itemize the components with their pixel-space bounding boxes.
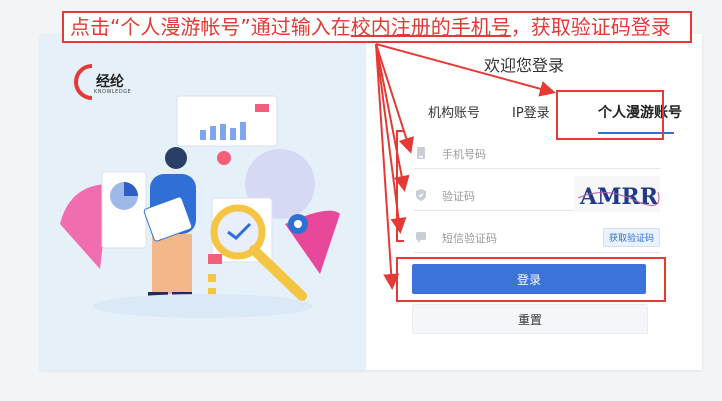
login-panel: 欢迎您登录 机构账号 IP登录 个人漫游账号 手机号码 验证码 AMRR 短信验… — [366, 34, 702, 370]
annotation-prefix: 点击“个人漫游帐号”通过输入在 — [70, 15, 351, 39]
illustration-art — [60, 95, 340, 318]
welcome-title: 欢迎您登录 — [484, 56, 565, 75]
captcha-input[interactable] — [440, 185, 594, 207]
annotation-field-bracket — [396, 130, 404, 242]
annotation-login-highlight — [396, 257, 666, 302]
phone-icon — [417, 147, 425, 159]
phone-field — [414, 138, 660, 169]
get-sms-code-button[interactable]: 获取验证码 — [602, 228, 660, 247]
reset-button[interactable]: 重置 — [412, 304, 648, 334]
captcha-text: AMRR — [579, 184, 659, 210]
sms-code-field: 获取验证码 — [414, 222, 660, 253]
captcha-field: AMRR — [414, 176, 660, 212]
phone-input[interactable] — [440, 143, 594, 165]
annotation-suffix: ，获取验证码登录 — [510, 15, 671, 39]
captcha-art: AMRR — [577, 184, 660, 210]
tab-institution-account[interactable]: 机构账号 — [428, 102, 480, 121]
screenshot-canvas: 经纶 KNOWLEDGE 欢迎您登录 机构账号 IP登录 个人漫游账号 手机号码… — [0, 0, 722, 401]
captcha-image[interactable]: AMRR — [574, 176, 660, 212]
illustration-panel: 经纶 KNOWLEDGE — [40, 34, 366, 370]
message-icon — [416, 232, 426, 243]
annotation-tab-highlight — [556, 90, 664, 140]
shield-icon — [416, 189, 426, 201]
annotation-underlined: 校内注册的手机号 — [350, 15, 511, 39]
sms-code-input[interactable] — [440, 227, 594, 249]
tab-ip-login[interactable]: IP登录 — [512, 102, 550, 121]
annotation-banner: 点击“个人漫游帐号”通过输入在 校内注册的手机号 ，获取验证码登录 — [62, 11, 692, 43]
login-page: 经纶 KNOWLEDGE 欢迎您登录 机构账号 IP登录 个人漫游账号 手机号码… — [40, 34, 702, 370]
